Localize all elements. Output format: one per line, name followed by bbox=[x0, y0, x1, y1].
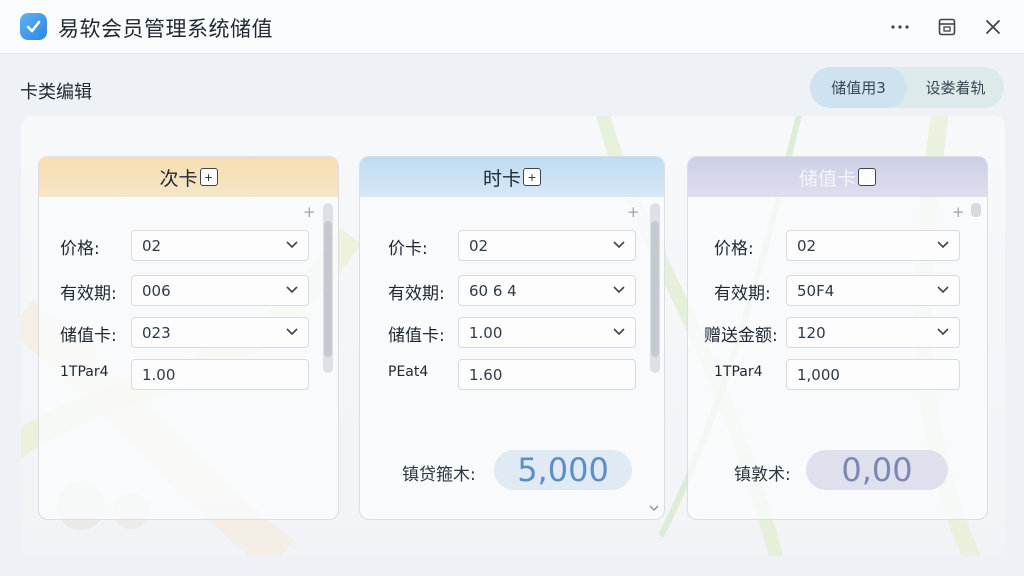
add-icon[interactable]: + bbox=[199, 168, 218, 186]
card-title: 时卡 bbox=[482, 167, 521, 190]
more-icon[interactable] bbox=[885, 12, 915, 42]
extra-value: 1.60 bbox=[469, 365, 503, 384]
chevron-down-icon bbox=[286, 286, 298, 294]
scrollbar[interactable] bbox=[650, 203, 660, 373]
price-label: 价格: bbox=[714, 239, 754, 259]
price-select[interactable]: 02 bbox=[786, 230, 960, 261]
chevron-down-icon bbox=[613, 241, 625, 249]
validity-select[interactable]: 60 6 4 bbox=[458, 275, 636, 306]
extra-input[interactable]: 1.60 bbox=[458, 359, 636, 390]
card-title: 次卡 bbox=[159, 167, 198, 190]
bonus-amount-value: 120 bbox=[797, 323, 826, 342]
add-icon[interactable]: + bbox=[523, 168, 541, 186]
price-select[interactable]: 02 bbox=[131, 230, 309, 261]
chevron-down-icon bbox=[286, 328, 298, 336]
stored-card-label: 储值卡: bbox=[388, 326, 445, 346]
card-stored-value: 储值卡 + + 价格: 02 有效期: 50F4 赠送金额: 120 1TPar… bbox=[687, 156, 988, 520]
scrollbar-thumb[interactable] bbox=[651, 221, 659, 357]
scrollbar[interactable] bbox=[971, 203, 981, 217]
price-value: 02 bbox=[469, 236, 489, 255]
total-value: 5,000 bbox=[494, 450, 632, 490]
price-label: 价格: bbox=[60, 239, 100, 259]
price-value: 02 bbox=[797, 236, 817, 255]
close-icon[interactable] bbox=[978, 12, 1008, 42]
section-title: 卡类编辑 bbox=[20, 82, 92, 103]
extra-label: PEat4 bbox=[388, 364, 429, 380]
card-title: 储值卡 bbox=[798, 167, 856, 190]
add-row-icon[interactable]: + bbox=[952, 203, 965, 221]
window-title: 易软会员管理系统储值 bbox=[58, 17, 273, 41]
stored-card-select[interactable]: 023 bbox=[131, 317, 309, 348]
title-bar: 易软会员管理系统储值 bbox=[0, 0, 1024, 54]
card-header: 时卡 + bbox=[360, 157, 664, 197]
bonus-amount-select[interactable]: 120 bbox=[786, 317, 960, 348]
card-header: 次卡 + bbox=[39, 157, 338, 197]
stored-card-label: 储值卡: bbox=[60, 326, 117, 346]
chevron-down-icon bbox=[286, 241, 298, 249]
validity-value: 60 6 4 bbox=[469, 281, 517, 300]
scroll-down-icon[interactable] bbox=[648, 503, 660, 513]
scrollbar-thumb[interactable] bbox=[324, 221, 332, 357]
add-icon[interactable]: + bbox=[858, 168, 876, 186]
price-label: 价卡: bbox=[388, 239, 428, 259]
view-toggle: 储值用3 设娄着轨 bbox=[810, 67, 1004, 108]
validity-label: 有效期: bbox=[714, 284, 771, 304]
price-select[interactable]: 02 bbox=[458, 230, 636, 261]
price-value: 02 bbox=[142, 236, 162, 255]
extra-value: 1.00 bbox=[142, 365, 176, 384]
card-editor-canvas: 次卡 + + 价格: 02 有效期: 006 储值卡: 023 1TPar4 1… bbox=[21, 116, 1005, 556]
validity-value: 006 bbox=[142, 281, 171, 300]
stored-card-select[interactable]: 1.00 bbox=[458, 317, 636, 348]
chevron-down-icon bbox=[937, 241, 949, 249]
validity-label: 有效期: bbox=[60, 284, 117, 304]
card-count: 次卡 + + 价格: 02 有效期: 006 储值卡: 023 1TPar4 1… bbox=[38, 156, 339, 520]
chevron-down-icon bbox=[937, 286, 949, 294]
tab-stored-value[interactable]: 储值用3 bbox=[810, 67, 907, 108]
extra-input[interactable]: 1.00 bbox=[131, 359, 309, 390]
card-time: 时卡 + + 价卡: 02 有效期: 60 6 4 储值卡: 1.00 PEat… bbox=[359, 156, 665, 520]
extra-label: 1TPar4 bbox=[60, 364, 109, 380]
validity-value: 50F4 bbox=[797, 281, 835, 300]
tab-settings[interactable]: 设娄着轨 bbox=[907, 67, 1004, 108]
total-label: 镇敦术: bbox=[734, 465, 791, 485]
bonus-amount-label: 赠送金额: bbox=[704, 326, 778, 346]
extra-label: 1TPar4 bbox=[714, 364, 763, 380]
validity-select[interactable]: 50F4 bbox=[786, 275, 960, 306]
app-logo-icon bbox=[20, 13, 47, 40]
validity-select[interactable]: 006 bbox=[131, 275, 309, 306]
total-label: 镇贷箍木: bbox=[402, 465, 476, 485]
restore-icon[interactable] bbox=[932, 12, 962, 42]
chevron-down-icon bbox=[937, 328, 949, 336]
stored-card-value: 023 bbox=[142, 323, 171, 342]
stored-card-value: 1.00 bbox=[469, 323, 503, 342]
card-header: 储值卡 + bbox=[688, 157, 987, 197]
chevron-down-icon bbox=[613, 286, 625, 294]
add-row-icon[interactable]: + bbox=[627, 203, 640, 221]
extra-value: 1,000 bbox=[797, 365, 840, 384]
validity-label: 有效期: bbox=[388, 284, 445, 304]
scrollbar[interactable] bbox=[323, 203, 333, 373]
chevron-down-icon bbox=[613, 328, 625, 336]
add-row-icon[interactable]: + bbox=[303, 203, 316, 221]
total-value: 0,00 bbox=[806, 450, 948, 490]
extra-input[interactable]: 1,000 bbox=[786, 359, 960, 390]
